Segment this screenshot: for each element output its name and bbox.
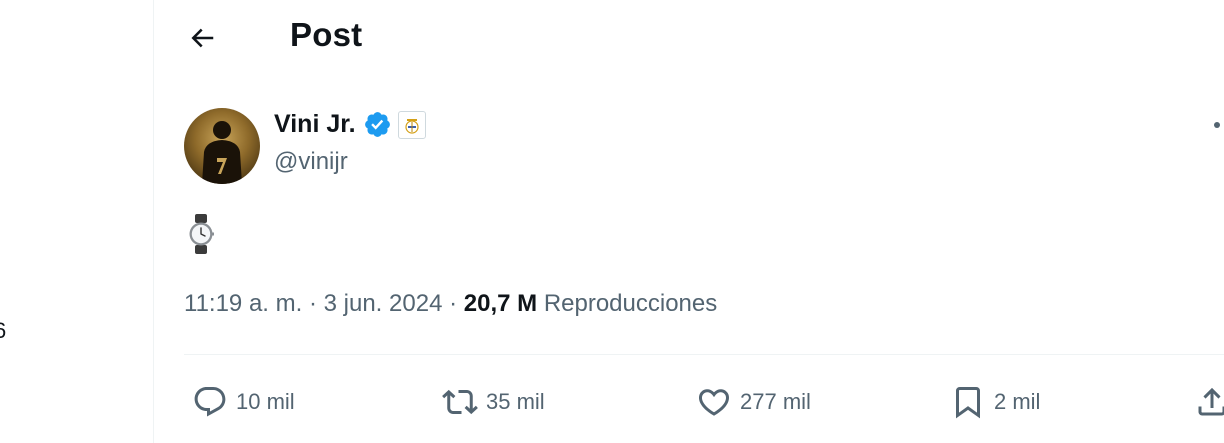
post-text: ⌚: [188, 214, 214, 259]
more-options-icon[interactable]: [1214, 122, 1220, 128]
bookmark-button[interactable]: 2 mil: [950, 380, 1040, 424]
post-author: Vini Jr. @vinijr: [184, 106, 1184, 186]
meta-separator: ·: [308, 290, 317, 317]
watch-icon: [189, 214, 214, 254]
post-metadata: 11:19 a. m. · 3 jun. 2024 · 20,7 M Repro…: [184, 290, 717, 318]
like-count: 277 mil: [740, 389, 811, 414]
post-column: Post Vini Jr. @vinijr 11:19 a. m. · 3 ju…: [154, 0, 1224, 443]
post-time[interactable]: 11:19 a. m.: [184, 290, 302, 317]
bookmark-icon: [956, 387, 980, 419]
app-frame: 6 Post Vini Jr. @vinijr 11:19 a. m. · 3 …: [0, 0, 1224, 443]
real-madrid-crest-icon: [404, 118, 419, 134]
author-display-name[interactable]: Vini Jr.: [274, 110, 356, 139]
verified-badge-icon[interactable]: [363, 110, 392, 139]
repost-button[interactable]: 35 mil: [442, 380, 545, 424]
author-handle[interactable]: @vinijr: [274, 148, 348, 176]
reply-button[interactable]: 10 mil: [192, 380, 295, 424]
views-count[interactable]: 20,7 M: [464, 290, 537, 317]
heart-icon: [698, 389, 730, 416]
post-header: Post: [154, 0, 1224, 74]
like-button[interactable]: 277 mil: [696, 380, 811, 424]
bookmark-count: 2 mil: [994, 389, 1041, 414]
left-navigation-edge: 6: [0, 0, 154, 443]
avatar-silhouette: [202, 121, 242, 184]
meta-separator: ·: [449, 290, 458, 317]
back-button[interactable]: [182, 18, 222, 58]
arrow-left-icon: [191, 28, 214, 48]
views-label: Reproducciones: [543, 290, 718, 317]
avatar[interactable]: [184, 108, 260, 184]
post-actions: 10 mil 35 mil 277 mil 2 mil: [154, 380, 1224, 424]
share-button[interactable]: [1194, 380, 1224, 424]
repost-icon: [442, 389, 478, 415]
reply-count: 10 mil: [236, 389, 295, 414]
reply-icon: [194, 387, 226, 417]
page-title: Post: [290, 16, 363, 53]
share-icon: [1198, 387, 1224, 416]
affiliation-badge[interactable]: [397, 110, 426, 139]
left-edge-glyph: 6: [0, 318, 7, 343]
repost-count: 35 mil: [486, 389, 545, 414]
author-name-row: Vini Jr.: [274, 110, 426, 139]
post-date[interactable]: 3 jun. 2024: [324, 290, 443, 317]
divider: [184, 354, 1224, 355]
